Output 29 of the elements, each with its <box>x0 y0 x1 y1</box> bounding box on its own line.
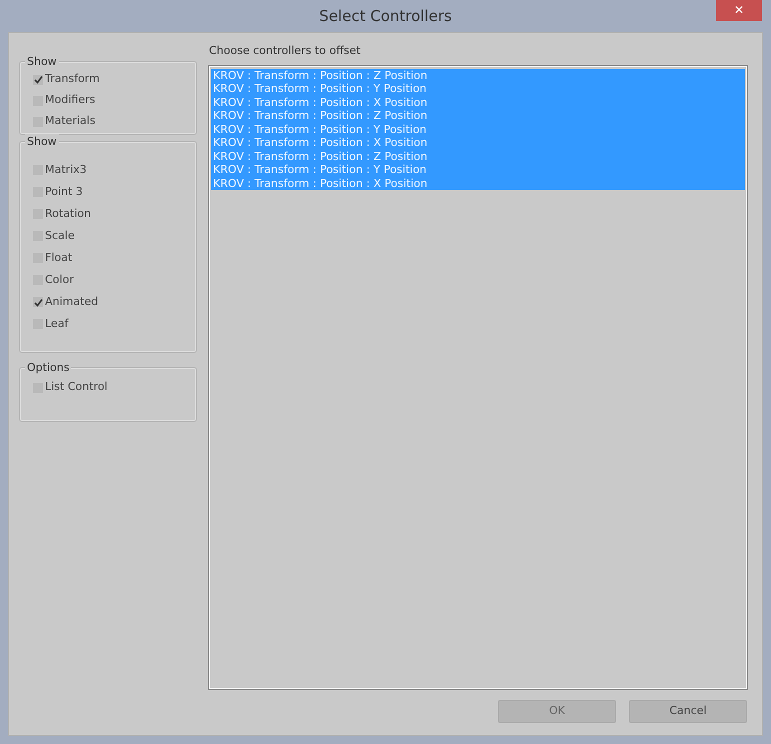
group-title: Options <box>25 360 72 376</box>
list-label: Choose controllers to offset <box>209 43 362 59</box>
cancel-button[interactable]: Cancel <box>629 700 747 723</box>
list-row[interactable]: KROV : Transform : Position : X Position <box>211 176 745 190</box>
close-button[interactable]: ✕ <box>716 0 762 21</box>
checkbox-label: Materials <box>45 113 96 130</box>
controller-list[interactable] <box>209 66 747 689</box>
window-title: Select Controllers <box>319 6 452 27</box>
checkbox-label: Modifiers <box>45 92 96 108</box>
checkbox-label: Animated <box>45 294 98 310</box>
checkbox-label: Leaf <box>45 316 68 332</box>
checkbox-label: Matrix3 <box>45 162 87 178</box>
list-row[interactable]: KROV : Transform : Position : Z Position <box>211 109 745 122</box>
checkbox[interactable] <box>33 297 43 307</box>
checkbox-label: Transform <box>45 71 100 88</box>
list-row[interactable]: KROV : Transform : Position : Y Position <box>211 122 745 136</box>
list-row[interactable]: KROV : Transform : Position : Z Position <box>211 150 745 163</box>
checkbox-label: Point 3 <box>45 184 83 200</box>
checkbox-label: Float <box>45 250 72 266</box>
checkbox-label: Color <box>45 272 74 288</box>
list-row[interactable]: KROV : Transform : Position : X Position <box>211 136 745 150</box>
list-row[interactable]: KROV : Transform : Position : X Position <box>211 96 745 109</box>
checkbox-label: Scale <box>45 228 75 244</box>
checkbox-label: List Control <box>45 379 108 396</box>
list-row[interactable]: KROV : Transform : Position : Z Position <box>211 68 745 82</box>
checkbox[interactable] <box>33 74 43 84</box>
checkbox-label: Rotation <box>45 206 92 222</box>
list-row[interactable]: KROV : Transform : Position : Y Position <box>211 163 745 176</box>
list-row[interactable]: KROV : Transform : Position : Y Position <box>211 82 745 96</box>
